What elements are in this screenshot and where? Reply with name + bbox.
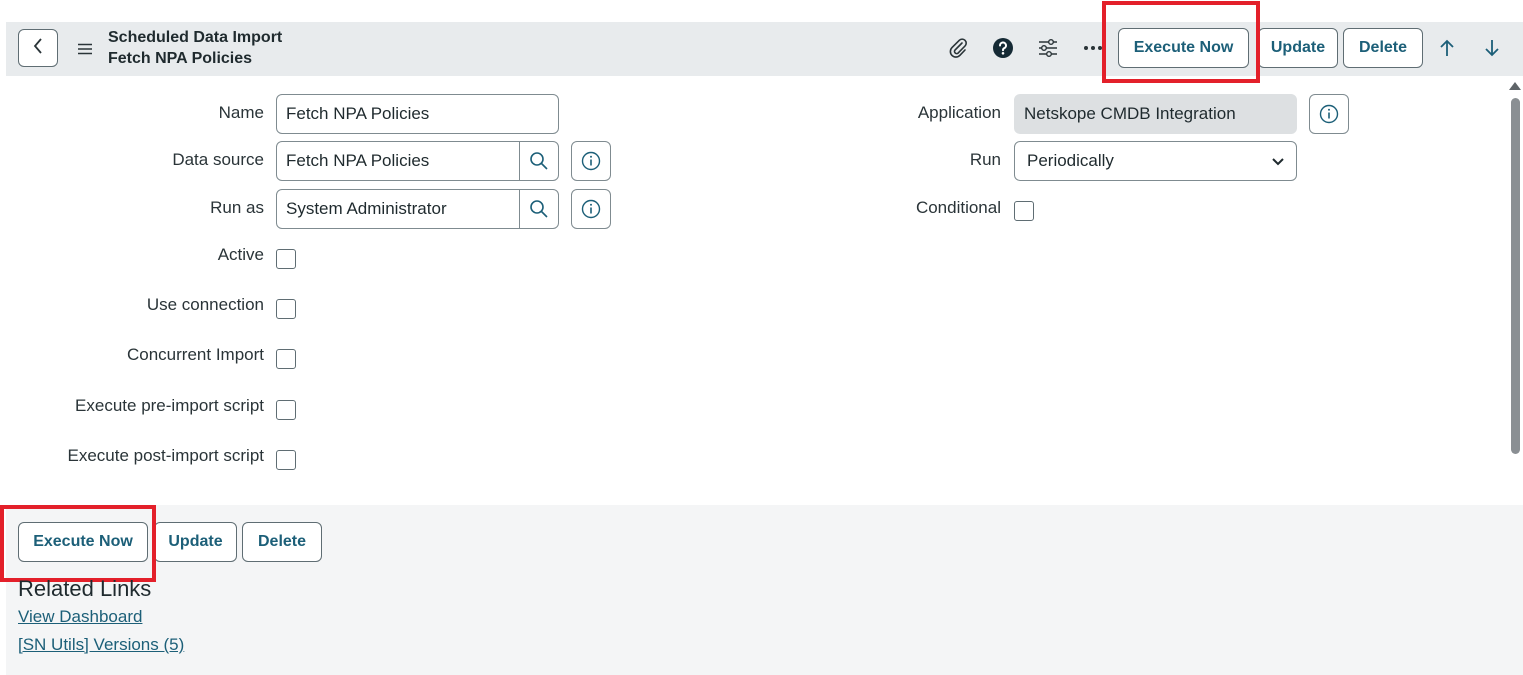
footer-delete-button[interactable]: Delete [242,522,322,562]
run-as-field[interactable]: System Administrator [276,189,559,229]
form-title: Scheduled Data Import [108,29,283,46]
data-source-field[interactable]: Fetch NPA Policies [276,141,559,181]
footer-update-button[interactable]: Update [154,522,237,562]
data-source-value[interactable]: Fetch NPA Policies [277,142,519,180]
record-title: Fetch NPA Policies [108,50,253,67]
related-links-title: Related Links [18,576,152,601]
data-source-info-icon[interactable] [571,141,611,181]
use-connection-label: Use connection [146,295,264,314]
hamburger-menu-icon[interactable] [74,38,96,60]
help-icon[interactable] [990,35,1016,61]
run-as-value[interactable]: System Administrator [277,190,519,228]
run-label: Run [969,150,1001,169]
name-field[interactable]: Fetch NPA Policies [276,94,559,134]
conditional-checkbox[interactable] [1014,201,1034,221]
form-header: Scheduled Data Import Fetch NPA Policies… [6,22,1523,76]
chevron-down-icon [1272,151,1284,171]
page-title: Scheduled Data Import Fetch NPA Policies [108,27,282,69]
header-update-button[interactable]: Update [1258,28,1338,68]
pre-import-script-label: Execute pre-import script [75,396,264,415]
scrollbar-thumb[interactable] [1511,98,1520,454]
run-as-search-icon[interactable] [519,190,558,228]
run-as-info-icon[interactable] [571,189,611,229]
active-label: Active [217,245,264,264]
name-label: Name [218,103,264,122]
conditional-label: Conditional [915,198,1001,217]
concurrent-import-label: Concurrent Import [127,345,264,364]
back-button[interactable] [18,29,58,67]
active-checkbox[interactable] [276,249,296,269]
post-import-script-label: Execute post-import script [67,446,264,465]
use-connection-checkbox[interactable] [276,299,296,319]
sn-utils-versions-link[interactable]: [SN Utils] Versions (5) [18,635,184,655]
concurrent-import-checkbox[interactable] [276,349,296,369]
application-info-icon[interactable] [1309,94,1349,134]
arrow-down-icon[interactable] [1479,35,1505,61]
footer-execute-now-button[interactable]: Execute Now [18,522,148,562]
settings-sliders-icon[interactable] [1035,35,1061,61]
run-select-value: Periodically [1027,151,1114,170]
pre-import-script-checkbox[interactable] [276,400,296,420]
arrow-up-icon[interactable] [1434,35,1460,61]
more-options-icon[interactable] [1080,35,1106,61]
application-label: Application [917,103,1001,122]
header-execute-now-button[interactable]: Execute Now [1118,28,1249,68]
chevron-left-icon [32,37,44,60]
data-source-label: Data source [172,150,264,169]
application-field: Netskope CMDB Integration [1014,94,1297,134]
post-import-script-checkbox[interactable] [276,450,296,470]
data-source-search-icon[interactable] [519,142,558,180]
run-as-label: Run as [210,198,264,217]
view-dashboard-link[interactable]: View Dashboard [18,607,142,627]
run-select[interactable]: Periodically [1014,141,1297,181]
scroll-up-arrow-icon[interactable] [1509,82,1521,90]
header-delete-button[interactable]: Delete [1343,28,1423,68]
paperclip-icon[interactable] [945,35,971,61]
